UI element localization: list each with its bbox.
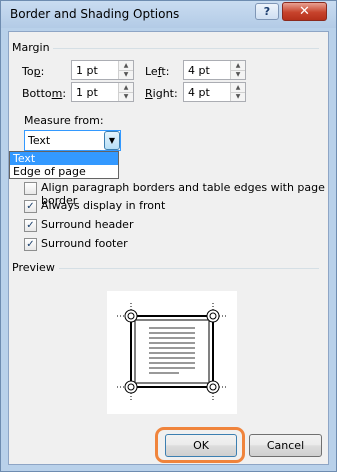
check-mark-icon: ✓ <box>26 220 35 231</box>
spin-down-icon[interactable]: ▼ <box>231 92 245 101</box>
surround-header-checkbox[interactable]: ✓ <box>24 219 37 232</box>
title-bar[interactable]: Border and Shading Options ? ✕ <box>1 1 336 28</box>
always-display-label[interactable]: Always display in front <box>41 199 165 212</box>
dropdown-option-edge-of-page[interactable]: Edge of page <box>10 165 118 178</box>
bottom-margin-value[interactable]: 1 pt <box>76 86 98 99</box>
right-label: Right: <box>145 87 178 100</box>
check-mark-icon: ✓ <box>26 201 35 212</box>
surround-footer-checkbox[interactable]: ✓ <box>24 238 37 251</box>
top-margin-value[interactable]: 1 pt <box>76 64 98 77</box>
margin-group-divider <box>53 48 319 49</box>
left-label: Left: <box>145 65 170 78</box>
right-margin-spinner[interactable]: 4 pt ▲ ▼ <box>183 82 246 102</box>
close-icon: ✕ <box>299 4 310 19</box>
left-margin-value[interactable]: 4 pt <box>188 64 210 77</box>
left-margin-spin-buttons: ▲ ▼ <box>230 61 245 79</box>
bottom-label: Bottom: <box>22 87 67 100</box>
bottom-margin-spinner[interactable]: 1 pt ▲ ▼ <box>71 82 134 102</box>
dropdown-option-text[interactable]: Text <box>10 152 118 165</box>
check-mark-icon: ✓ <box>26 239 35 250</box>
help-button[interactable]: ? <box>255 3 279 20</box>
spin-down-icon[interactable]: ▼ <box>119 92 133 101</box>
right-margin-value[interactable]: 4 pt <box>188 86 210 99</box>
measure-from-select[interactable]: Text ▼ <box>24 130 121 151</box>
border-preview-graphic <box>117 303 227 401</box>
surround-footer-label[interactable]: Surround footer <box>41 237 128 250</box>
preview-group-divider <box>59 268 319 269</box>
top-margin-spinner[interactable]: 1 pt ▲ ▼ <box>71 60 134 80</box>
measure-from-value: Text <box>28 134 51 147</box>
dialog-title: Border and Shading Options <box>10 7 180 21</box>
spin-down-icon[interactable]: ▼ <box>119 70 133 79</box>
chevron-down-icon[interactable]: ▼ <box>104 131 120 150</box>
surround-header-label[interactable]: Surround header <box>41 218 133 231</box>
always-display-checkbox[interactable]: ✓ <box>24 200 37 213</box>
question-mark-icon: ? <box>263 5 271 18</box>
dialog-window: Border and Shading Options ? ✕ Margin To… <box>0 0 337 472</box>
margin-group-label: Margin <box>12 41 50 54</box>
align-borders-checkbox[interactable] <box>24 182 37 195</box>
ok-button[interactable]: OK <box>165 434 237 457</box>
preview-group-label: Preview <box>12 261 55 274</box>
cancel-button[interactable]: Cancel <box>249 434 322 457</box>
left-margin-spinner[interactable]: 4 pt ▲ ▼ <box>183 60 246 80</box>
top-label: Top: <box>22 65 45 78</box>
border-preview <box>107 291 237 414</box>
measure-from-label: Measure from: <box>24 114 104 127</box>
close-button[interactable]: ✕ <box>282 2 327 21</box>
top-margin-spin-buttons: ▲ ▼ <box>118 61 133 79</box>
measure-from-dropdown: Text Edge of page <box>9 151 119 179</box>
right-margin-spin-buttons: ▲ ▼ <box>230 83 245 101</box>
spin-down-icon[interactable]: ▼ <box>231 70 245 79</box>
bottom-margin-spin-buttons: ▲ ▼ <box>118 83 133 101</box>
dialog-body: Margin Top: 1 pt ▲ ▼ Left: 4 pt ▲ ▼ Bott… <box>8 31 329 465</box>
